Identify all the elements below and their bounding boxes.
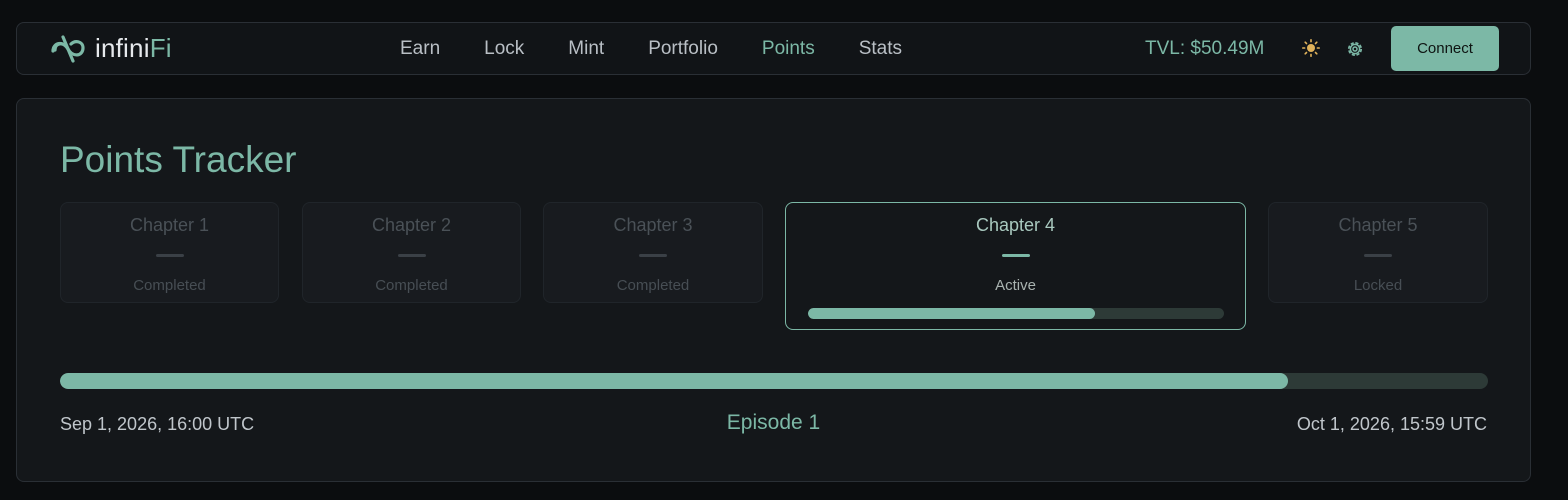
gear-icon[interactable] xyxy=(1345,39,1365,59)
chapter-divider xyxy=(397,254,426,257)
chapter-card-2[interactable]: Chapter 2 Completed xyxy=(302,202,521,303)
chapter-card-3[interactable]: Chapter 3 Completed xyxy=(543,202,763,303)
nav-points[interactable]: Points xyxy=(762,38,815,60)
connect-wallet-button[interactable]: Connect xyxy=(1391,26,1499,71)
logo-text-fi: Fi xyxy=(149,33,172,63)
logo-text-infini: infini xyxy=(95,33,150,63)
chapter-divider xyxy=(1364,254,1392,257)
chapter-title: Chapter 3 xyxy=(613,215,693,235)
chapter-title: Chapter 4 xyxy=(975,215,1056,235)
chapter-card-5[interactable]: Chapter 5 Locked xyxy=(1268,202,1488,303)
chapter-status: Completed xyxy=(616,277,690,294)
points-tracker-panel: Points Tracker Chapter 1 Completed Chapt… xyxy=(16,98,1531,482)
chapter-title: Chapter 5 xyxy=(1338,215,1418,235)
nav-earn[interactable]: Earn xyxy=(400,38,440,60)
chapter-status: Locked xyxy=(1353,277,1403,294)
chapter-progress-bar xyxy=(808,308,1224,319)
sun-icon[interactable] xyxy=(1302,39,1320,57)
main-nav: Earn Lock Mint Portfolio Points Stats xyxy=(400,38,946,60)
infinifi-logo[interactable]: infiniFi xyxy=(49,33,172,64)
nav-portfolio[interactable]: Portfolio xyxy=(648,38,718,60)
episode-progress-fill xyxy=(60,373,1289,389)
chapter-status: Active xyxy=(995,277,1036,294)
infinity-logo-icon xyxy=(51,34,85,63)
top-navbar: infiniFi Earn Lock Mint Portfolio Points… xyxy=(16,22,1531,75)
chapter-status: Completed xyxy=(133,277,206,294)
chapter-progress-fill xyxy=(808,308,1096,319)
nav-stats[interactable]: Stats xyxy=(859,38,902,60)
nav-lock[interactable]: Lock xyxy=(484,38,524,60)
chapter-card-4[interactable]: Chapter 4 Active xyxy=(785,202,1246,330)
chapter-divider xyxy=(155,254,184,257)
chapter-title: Chapter 1 xyxy=(129,215,210,235)
episode-end-date: Oct 1, 2026, 15:59 UTC xyxy=(1296,414,1487,434)
tvl-readout: TVL: $50.49M xyxy=(1145,38,1265,59)
chapter-divider xyxy=(639,254,667,257)
nav-mint[interactable]: Mint xyxy=(568,38,604,60)
logo-wordmark: infiniFi xyxy=(95,33,172,64)
chapter-divider xyxy=(1001,254,1030,257)
chapter-status: Completed xyxy=(375,277,448,294)
page-title: Points Tracker xyxy=(60,139,297,180)
chapter-card-1[interactable]: Chapter 1 Completed xyxy=(60,202,279,303)
chapter-title: Chapter 2 xyxy=(371,215,452,235)
episode-progress-bar xyxy=(60,373,1488,389)
